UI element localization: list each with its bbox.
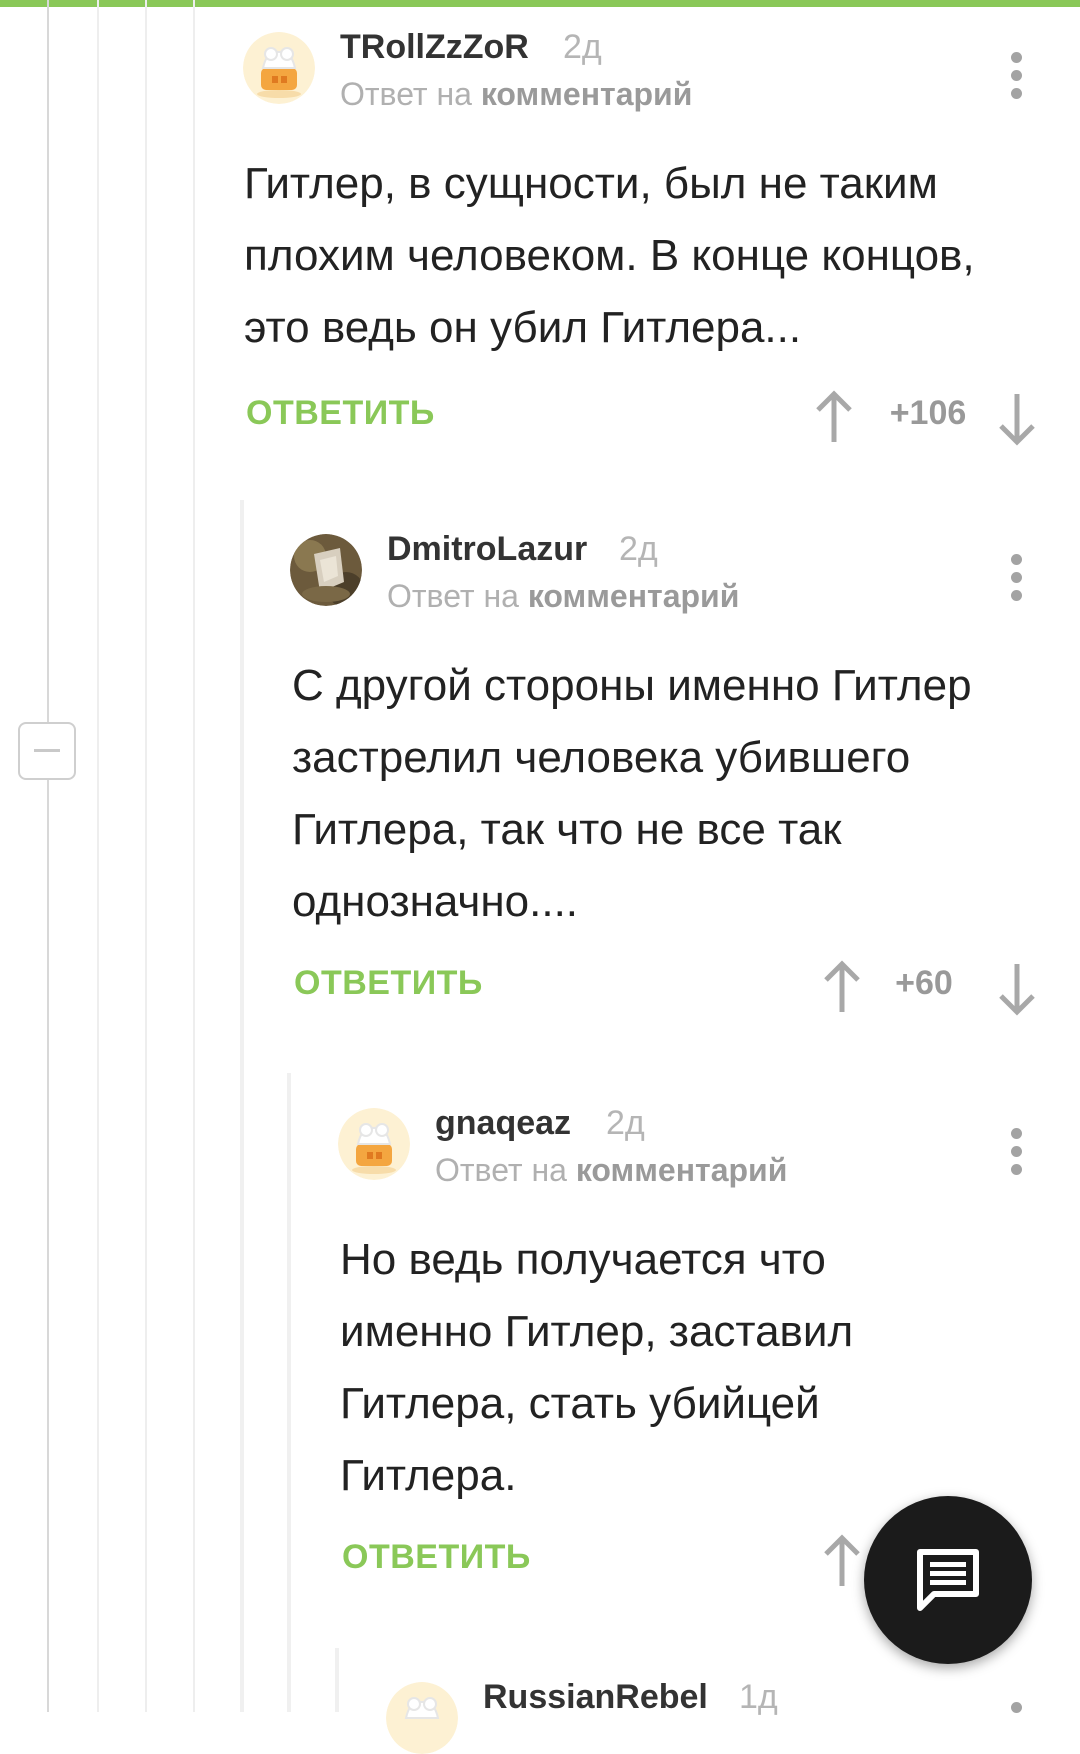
comment-text: Но ведь получается что именно Гитлер, за…	[340, 1235, 854, 1500]
comment-username[interactable]: gnaqeaz	[435, 1104, 571, 1143]
comment: TRollZzZoR 2д Ответ на комментарий Гитле…	[243, 28, 1043, 452]
downvote-icon[interactable]	[997, 390, 1037, 446]
default-avatar-icon	[338, 1108, 410, 1180]
avatar[interactable]	[290, 534, 362, 606]
collapse-thread-button[interactable]	[18, 722, 76, 780]
more-options-icon[interactable]	[1005, 1698, 1029, 1754]
comment-icon	[917, 1549, 979, 1611]
reply-prefix: Ответ на	[435, 1152, 567, 1188]
more-options-icon[interactable]	[1005, 48, 1029, 104]
thread-nest-bar	[287, 1073, 291, 1712]
comment: DmitroLazur 2д Ответ на комментарий С др…	[290, 530, 1050, 1016]
comment-username[interactable]: RussianRebel	[483, 1678, 708, 1717]
upvote-icon[interactable]	[822, 1534, 862, 1590]
reply-prefix: Ответ на	[340, 76, 472, 112]
thread-line	[193, 0, 195, 1712]
comment-fab-button[interactable]	[864, 1496, 1032, 1664]
comment-time: 1д	[739, 1678, 778, 1716]
comment: RussianRebel 1д	[386, 1678, 1046, 1754]
reply-to-label: Ответ на комментарий	[340, 76, 692, 113]
reply-target-link[interactable]: комментарий	[481, 76, 693, 112]
upvote-icon[interactable]	[822, 960, 862, 1016]
comment-username[interactable]: DmitroLazur	[387, 530, 587, 569]
comment-username[interactable]: TRollZzZoR	[340, 28, 529, 67]
default-avatar-icon	[386, 1682, 458, 1754]
thread-line	[145, 0, 147, 1712]
comment-text: Гитлер, в сущности, был не таким плохим …	[244, 159, 975, 352]
comment-rating: +106	[889, 394, 967, 432]
top-accent-bar	[0, 0, 1080, 7]
reply-button[interactable]: ОТВЕТИТЬ	[342, 1538, 531, 1577]
comment-time: 2д	[619, 530, 658, 568]
thread-line	[47, 0, 49, 1712]
user-photo-avatar	[290, 534, 362, 606]
more-options-icon[interactable]	[1005, 550, 1029, 606]
more-options-icon[interactable]	[1005, 1124, 1029, 1180]
upvote-icon[interactable]	[814, 390, 854, 446]
comment-text: С другой стороны именно Гитлер застрелил…	[292, 661, 972, 926]
reply-to-label: Ответ на комментарий	[435, 1152, 787, 1189]
avatar[interactable]	[386, 1682, 458, 1754]
avatar[interactable]	[338, 1108, 410, 1180]
reply-prefix: Ответ на	[387, 578, 519, 614]
reply-to-label: Ответ на комментарий	[387, 578, 739, 615]
comment-rating: +60	[895, 964, 953, 1002]
downvote-icon[interactable]	[997, 960, 1037, 1016]
avatar[interactable]	[243, 32, 315, 104]
reply-button[interactable]: ОТВЕТИТЬ	[294, 964, 483, 1003]
reply-target-link[interactable]: комментарий	[528, 578, 740, 614]
comment-time: 2д	[606, 1104, 645, 1142]
comment-time: 2д	[563, 28, 602, 66]
thread-nest-bar	[335, 1648, 339, 1712]
default-avatar-icon	[243, 32, 315, 104]
thread-line	[97, 0, 99, 1712]
reply-button[interactable]: ОТВЕТИТЬ	[246, 394, 435, 433]
reply-target-link[interactable]: комментарий	[576, 1152, 788, 1188]
thread-nest-bar	[240, 500, 244, 1712]
